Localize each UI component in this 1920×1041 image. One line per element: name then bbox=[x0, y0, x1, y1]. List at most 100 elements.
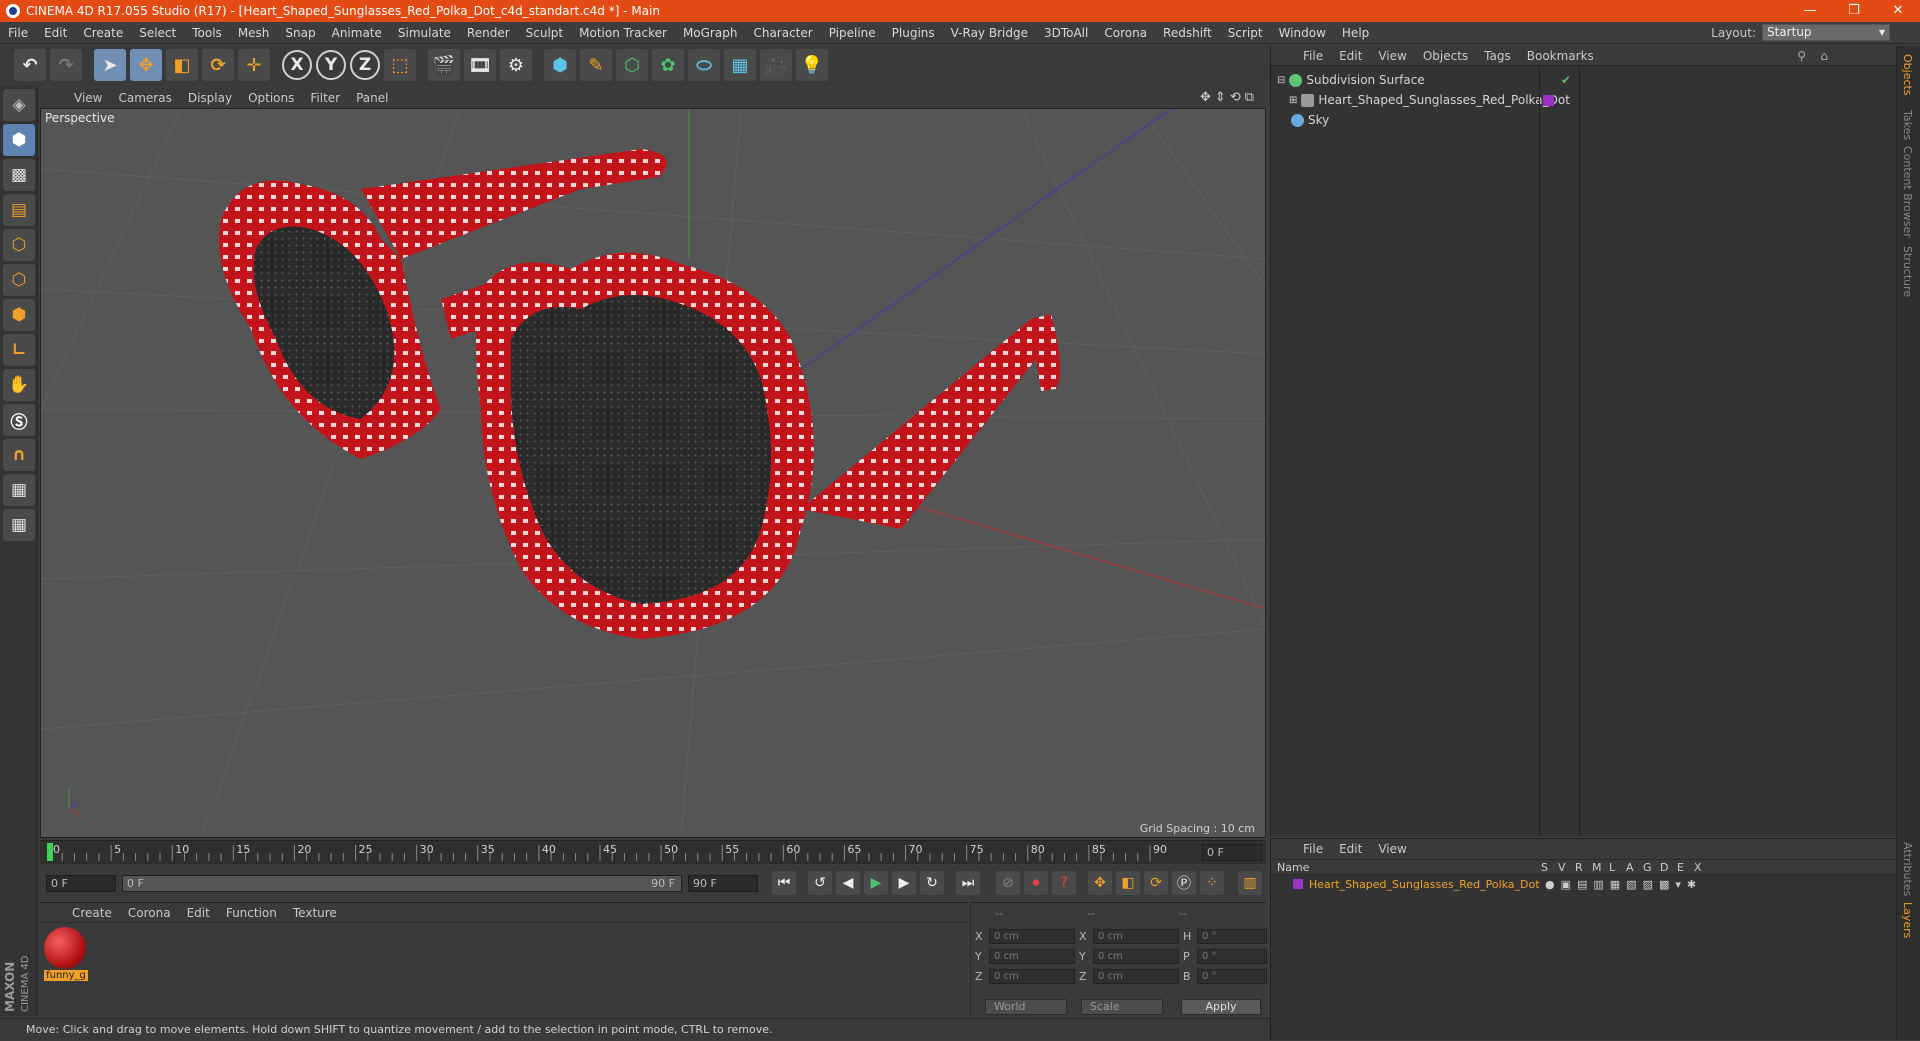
layer-col-locked[interactable]: L bbox=[1609, 861, 1615, 874]
cloner-icon[interactable]: ✿ bbox=[652, 49, 684, 81]
orbit-icon[interactable]: ⟲ bbox=[1230, 90, 1241, 105]
menu-redshift[interactable]: Redshift bbox=[1155, 22, 1220, 44]
menu-sculpt[interactable]: Sculpt bbox=[518, 22, 571, 44]
apply-button[interactable]: Apply bbox=[1181, 999, 1261, 1015]
start-frame-field[interactable]: 0 F bbox=[46, 874, 116, 892]
close-button[interactable]: ✕ bbox=[1876, 0, 1920, 22]
viewport-menu-panel[interactable]: Panel bbox=[348, 91, 396, 105]
x-axis-lock-icon[interactable]: X bbox=[282, 50, 312, 80]
layer-col-generators[interactable]: G bbox=[1643, 861, 1652, 874]
rotation-p-field[interactable]: 0 ° bbox=[1197, 949, 1267, 964]
pan-icon[interactable]: ✥ bbox=[1200, 90, 1211, 105]
key-rotation-icon[interactable]: ⟳ bbox=[1144, 871, 1168, 895]
viewport-scene[interactable] bbox=[41, 109, 1266, 838]
rotation-h-field[interactable]: 0 ° bbox=[1197, 929, 1267, 944]
object-menu-tags[interactable]: Tags bbox=[1476, 49, 1519, 63]
object-menu-edit[interactable]: Edit bbox=[1331, 49, 1370, 63]
transform-tool-icon[interactable]: ✛ bbox=[238, 49, 270, 81]
menu-vray-bridge[interactable]: V-Ray Bridge bbox=[943, 22, 1036, 44]
menu-help[interactable]: Help bbox=[1334, 22, 1377, 44]
side-tab-objects[interactable]: Objects bbox=[1901, 54, 1914, 96]
transform-mode-dropdown[interactable]: Scale bbox=[1081, 999, 1163, 1015]
menu-select[interactable]: Select bbox=[131, 22, 184, 44]
object-menu-objects[interactable]: Objects bbox=[1415, 49, 1476, 63]
render-picture-viewer-icon[interactable]: 🎞 bbox=[464, 49, 496, 81]
coordinate-system-icon[interactable]: ⬚ bbox=[384, 49, 416, 81]
material-swatch[interactable]: funny_g bbox=[44, 927, 88, 981]
material-menu-texture[interactable]: Texture bbox=[285, 906, 345, 920]
menu-tools[interactable]: Tools bbox=[184, 22, 230, 44]
object-row-sky[interactable]: Sky bbox=[1271, 110, 1895, 130]
snap-icon[interactable]: ∩ bbox=[3, 439, 35, 471]
make-editable-icon[interactable]: ◈ bbox=[3, 89, 35, 121]
menu-create[interactable]: Create bbox=[75, 22, 131, 44]
material-menu-function[interactable]: Function bbox=[218, 906, 285, 920]
texture-mode-icon[interactable]: ▩ bbox=[3, 159, 35, 191]
layer-menu-view[interactable]: View bbox=[1370, 842, 1414, 856]
object-home-icon[interactable]: ⌂ bbox=[1820, 49, 1828, 63]
menu-snap[interactable]: Snap bbox=[277, 22, 323, 44]
side-tab-layers[interactable]: Layers bbox=[1901, 902, 1914, 938]
solo-mode-icon[interactable]: Ⓢ bbox=[3, 404, 35, 436]
collapse-icon[interactable]: ⊟ bbox=[1277, 75, 1285, 86]
position-z-field[interactable]: 0 cm bbox=[989, 969, 1075, 984]
menu-edit[interactable]: Edit bbox=[36, 22, 75, 44]
points-mode-icon[interactable]: ⬡ bbox=[3, 229, 35, 261]
layer-col-expressions[interactable]: E bbox=[1677, 861, 1684, 874]
object-menu-file[interactable]: File bbox=[1295, 49, 1331, 63]
key-scale-icon[interactable]: ◧ bbox=[1116, 871, 1140, 895]
prev-key-icon[interactable]: ↺ bbox=[808, 871, 832, 895]
menu-motion-tracker[interactable]: Motion Tracker bbox=[571, 22, 675, 44]
deformer-icon[interactable]: ⬭ bbox=[688, 49, 720, 81]
layer-color-swatch[interactable] bbox=[1293, 879, 1303, 889]
record-keyframe-icon[interactable]: ⏺ bbox=[1024, 871, 1048, 895]
layer-row[interactable]: Heart_Shaped_Sunglasses_Red_Polka_Dot ●▣… bbox=[1271, 875, 1896, 893]
subdivision-surface-icon[interactable]: ⬡ bbox=[616, 49, 648, 81]
camera-icon[interactable]: 🎥 bbox=[760, 49, 792, 81]
end-frame-field[interactable]: 90 F bbox=[688, 874, 758, 892]
render-settings-icon[interactable]: ⚙ bbox=[500, 49, 532, 81]
menu-3dtoall[interactable]: 3DToAll bbox=[1036, 22, 1096, 44]
pen-spline-icon[interactable]: ✎ bbox=[580, 49, 612, 81]
key-pla-icon[interactable]: ⁘ bbox=[1200, 871, 1224, 895]
object-search-icon[interactable]: ⚲ bbox=[1797, 49, 1806, 63]
material-menu-corona[interactable]: Corona bbox=[120, 906, 179, 920]
polygons-mode-icon[interactable]: ⬢ bbox=[3, 299, 35, 331]
playhead-marker[interactable] bbox=[47, 843, 53, 861]
timeline-ruler[interactable]: 0 5 10 15 20 25 30 35 40 45 50 55 60 65 70 75 80 85 90 0 F bbox=[40, 840, 1266, 864]
autokey-icon[interactable]: ? bbox=[1052, 871, 1076, 895]
column-divider[interactable] bbox=[1579, 66, 1580, 836]
scale-tool-icon[interactable]: ◧ bbox=[166, 49, 198, 81]
position-y-field[interactable]: 0 cm bbox=[989, 949, 1075, 964]
maximize-view-icon[interactable]: ⧉ bbox=[1245, 90, 1254, 105]
timeline-window-icon[interactable]: ▥ bbox=[1238, 871, 1262, 895]
expand-icon[interactable]: ⊞ bbox=[1289, 95, 1297, 106]
viewport-menu-display[interactable]: Display bbox=[180, 91, 240, 105]
menu-corona[interactable]: Corona bbox=[1096, 22, 1155, 44]
layout-dropdown[interactable]: Startup bbox=[1762, 24, 1890, 41]
z-axis-lock-icon[interactable]: Z bbox=[350, 50, 380, 80]
workplane-lock-icon[interactable]: ▦ bbox=[3, 474, 35, 506]
current-frame-field[interactable]: 0 F bbox=[1202, 844, 1262, 861]
layer-col-deformers[interactable]: D bbox=[1660, 861, 1668, 874]
goto-end-icon[interactable]: ⏭ bbox=[956, 871, 980, 895]
size-z-field[interactable]: 0 cm bbox=[1093, 969, 1179, 984]
material-menu-edit[interactable]: Edit bbox=[179, 906, 218, 920]
layer-col-solo[interactable]: S bbox=[1541, 861, 1548, 874]
layer-col-xref[interactable]: X bbox=[1694, 861, 1702, 874]
menu-animate[interactable]: Animate bbox=[324, 22, 390, 44]
minimize-button[interactable]: — bbox=[1788, 0, 1832, 22]
material-tag-icon[interactable] bbox=[1543, 94, 1554, 106]
redo-icon[interactable]: ↷ bbox=[50, 49, 82, 81]
frame-range-slider[interactable]: 0 F 90 F bbox=[122, 874, 682, 892]
y-axis-lock-icon[interactable]: Y bbox=[316, 50, 346, 80]
side-tab-structure[interactable]: Structure bbox=[1901, 246, 1914, 297]
menu-window[interactable]: Window bbox=[1271, 22, 1334, 44]
move-tool-icon[interactable]: ✥ bbox=[130, 49, 162, 81]
axis-mode-icon[interactable]: ∟ bbox=[3, 334, 35, 366]
side-tab-takes[interactable]: Takes bbox=[1901, 110, 1914, 140]
workplane-mode-icon[interactable]: ▤ bbox=[3, 194, 35, 226]
render-view-icon[interactable]: 🎬 bbox=[428, 49, 460, 81]
menu-file[interactable]: File bbox=[0, 22, 36, 44]
object-row-subdivision-surface[interactable]: ⊟ Subdivision Surface ✔ bbox=[1271, 70, 1895, 90]
